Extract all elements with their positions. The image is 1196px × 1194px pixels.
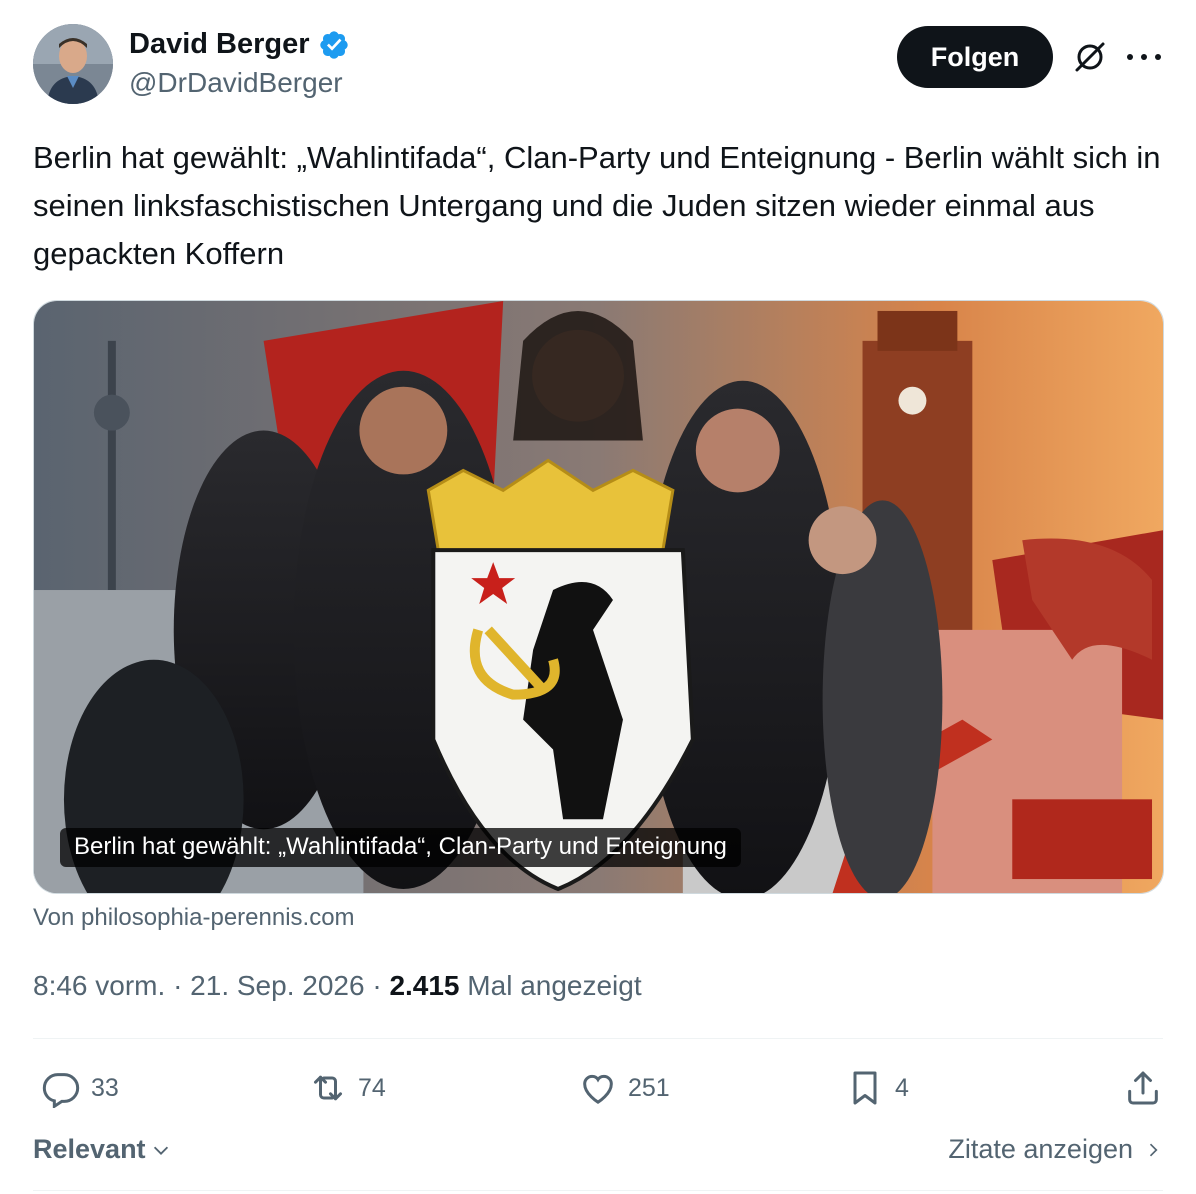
share-icon: [1128, 1071, 1158, 1105]
verified-badge-icon[interactable]: [318, 29, 350, 61]
heart-icon: [583, 1074, 613, 1104]
dot: [1141, 54, 1147, 60]
like-button[interactable]: 251: [578, 1058, 670, 1118]
meta-separator: ·: [173, 970, 183, 1001]
meta-separator: ·: [372, 970, 382, 1001]
action-bar: 33 74 251 4: [33, 1058, 1163, 1118]
repost-icon: [314, 1075, 342, 1101]
views-count: 2.415: [389, 970, 460, 1001]
like-count: 251: [628, 1073, 670, 1102]
card-image: [34, 301, 1163, 893]
share-button[interactable]: [1123, 1058, 1163, 1118]
slashed-circle-icon[interactable]: [1072, 39, 1108, 75]
chevron-right-icon: [1149, 1143, 1158, 1156]
divider: [33, 1038, 1163, 1039]
chevron-down-icon: [153, 1146, 168, 1155]
reply-count: 33: [91, 1073, 119, 1102]
link-card[interactable]: Berlin hat gewählt: „Wahlintifada“, Clan…: [33, 300, 1164, 894]
tweet-time[interactable]: 8:46 vorm.: [33, 970, 165, 1001]
views-label: Mal angezeigt: [467, 970, 642, 1001]
dot: [1127, 54, 1133, 60]
quotes-label: Zitate anzeigen: [948, 1134, 1133, 1164]
view-quotes-link[interactable]: Zitate anzeigen: [948, 1134, 1163, 1165]
tweet-date[interactable]: 21. Sep. 2026: [190, 970, 364, 1001]
sort-label: Relevant: [33, 1134, 146, 1164]
tweet-text: Berlin hat gewählt: „Wahlintifada“, Clan…: [33, 140, 1161, 271]
sort-dropdown[interactable]: Relevant: [33, 1134, 172, 1165]
reply-icon: [42, 1073, 80, 1108]
repost-count: 74: [358, 1073, 386, 1102]
more-dots-icon[interactable]: [1127, 42, 1161, 72]
card-source[interactable]: Von philosophia-perennis.com: [33, 904, 355, 932]
tweet-meta: 8:46 vorm. · 21. Sep. 2026 · 2.415 Mal a…: [33, 970, 642, 1002]
author-display-name[interactable]: David Berger: [129, 28, 310, 61]
repost-button[interactable]: 74: [308, 1058, 386, 1118]
author-info: David Berger @DrDavidBerger: [129, 28, 350, 99]
follow-button[interactable]: Folgen: [897, 26, 1053, 88]
author-handle[interactable]: @DrDavidBerger: [129, 67, 350, 99]
divider: [33, 1190, 1163, 1191]
dot: [1155, 54, 1161, 60]
bookmark-count: 4: [895, 1073, 909, 1102]
bookmark-icon: [853, 1071, 877, 1105]
avatar-image: [33, 24, 113, 104]
tweet-header: David Berger @DrDavidBerger Folgen: [33, 24, 1163, 106]
bookmark-button[interactable]: 4: [845, 1058, 909, 1118]
name-row: David Berger: [129, 28, 350, 61]
replies-controls: Relevant Zitate anzeigen: [33, 1130, 1163, 1174]
reply-button[interactable]: 33: [41, 1058, 119, 1118]
card-caption: Berlin hat gewählt: „Wahlintifada“, Clan…: [60, 828, 741, 867]
author-avatar[interactable]: [33, 24, 113, 104]
